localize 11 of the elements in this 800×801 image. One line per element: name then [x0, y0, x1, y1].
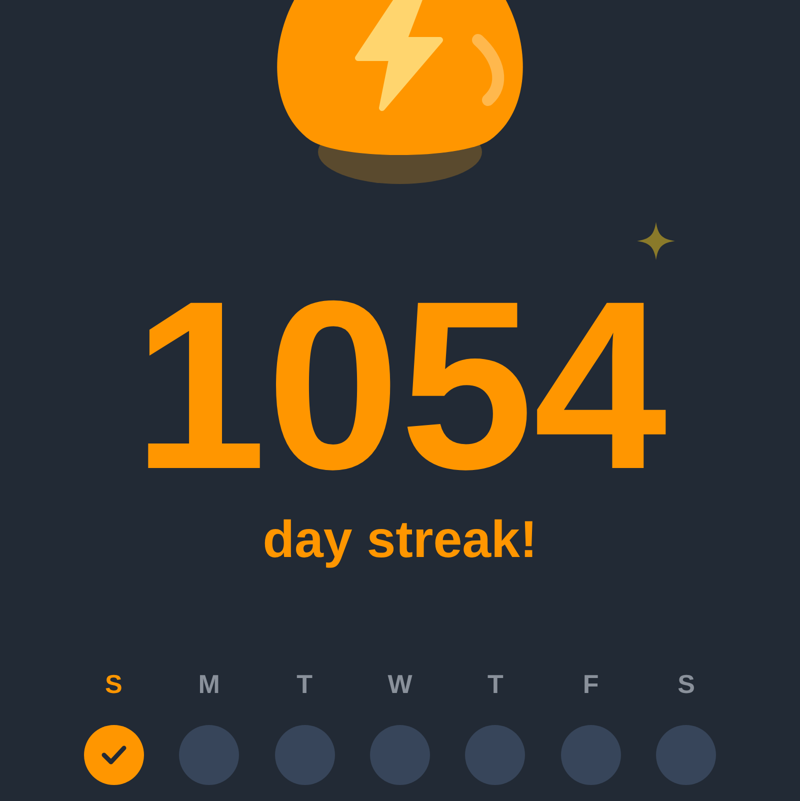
weekday-label: M	[198, 671, 220, 697]
weekday-label: S	[105, 671, 122, 697]
weekday-label: S	[678, 671, 695, 697]
weekday-label: F	[582, 671, 599, 697]
weekday-label: T	[487, 671, 504, 697]
weekday-label: T	[296, 671, 312, 697]
check-icon	[100, 745, 127, 765]
weekday-label: W	[388, 671, 412, 697]
streak-caption: day streak!	[262, 514, 538, 566]
sparkle-icon	[637, 222, 676, 260]
streak-count: 1054	[132, 265, 668, 505]
